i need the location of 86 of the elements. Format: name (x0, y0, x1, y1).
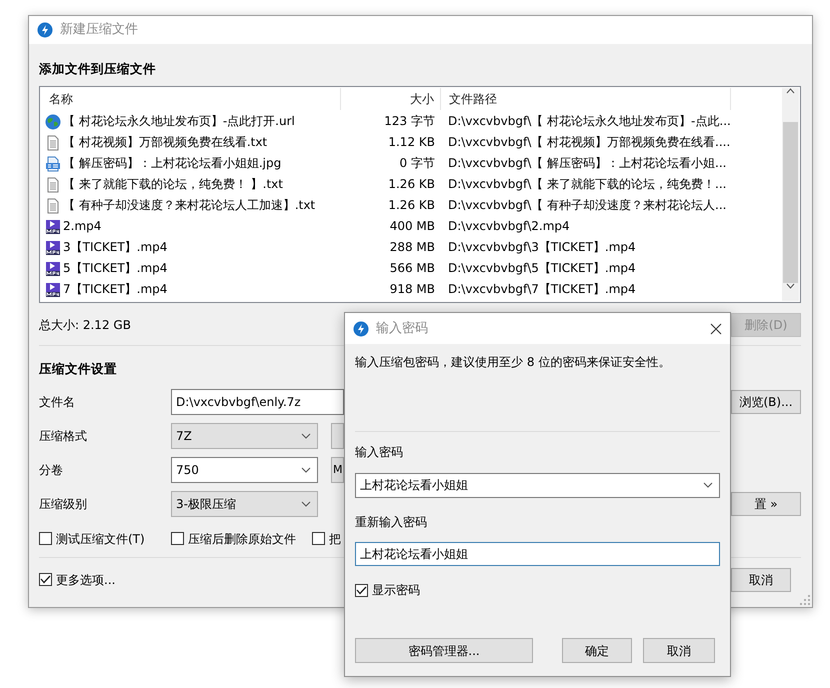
dropdown[interactable]: 750 (171, 457, 318, 483)
chevron-down-icon (301, 433, 311, 439)
document-icon (45, 134, 61, 150)
section-heading: 压缩文件设置 (39, 361, 117, 376)
password-dropdown[interactable]: 上村花论坛看小姐姐 (355, 472, 720, 498)
file-name[interactable]: 【 村花视频】万部视频免费在线看.txt (63, 135, 268, 150)
file-path: D:\vxcvbvbgf\【 村花论坛永久地址发布页】-点此... (447, 114, 731, 129)
document-icon (45, 198, 61, 214)
document-icon (45, 176, 61, 192)
chevron-down-icon (786, 283, 795, 290)
file-size: 1.12 KB (387, 135, 436, 150)
field-label: 重新输入密码 (355, 514, 428, 530)
image-file-icon (45, 156, 61, 172)
field-label: 分卷 (39, 462, 64, 478)
file-path: D:\vxcvbvbgf\5【TICKET】.mp4 (447, 261, 637, 276)
file-size: 288 MB (388, 240, 436, 255)
file-size: 918 MB (388, 282, 436, 297)
video-file-icon (45, 218, 61, 234)
chevron-down-icon (301, 467, 311, 473)
chevron-up-icon (786, 88, 795, 94)
file-name[interactable]: 【 来了就能下载的论坛，纯免费！ 】.txt (63, 177, 283, 192)
dropdown[interactable]: M (331, 457, 344, 483)
chevron-down-icon (703, 482, 713, 488)
file-size: 400 MB (388, 219, 436, 234)
window-title: 输入密码 (376, 320, 429, 336)
file-path: D:\vxcvbvbgf\2.mp4 (447, 219, 571, 234)
cancel-button[interactable]: 取消 (731, 568, 791, 592)
video-file-icon (45, 282, 61, 298)
file-path: D:\vxcvbvbgf\【 有种子却没速度？来村花论坛人... (447, 198, 728, 213)
field-label: 文件名 (39, 394, 76, 410)
file-name[interactable]: 【 村花论坛永久地址发布页】-点此打开.url (63, 114, 295, 129)
close-icon (710, 322, 722, 334)
file-size: 0 字节 (398, 156, 436, 171)
field-label: 压缩级别 (39, 496, 88, 512)
globe-icon (45, 114, 61, 130)
field-label: 输入密码 (355, 445, 404, 460)
chevron-down-icon (301, 501, 311, 507)
file-size: 1.26 KB (387, 177, 436, 192)
checkbox-label: 更多选项... (56, 572, 116, 588)
checkbox[interactable] (171, 532, 184, 546)
button[interactable]: 置 » (731, 492, 801, 516)
password-field[interactable]: 上村花论坛看小姐姐 (355, 542, 720, 566)
checkbox-label: 测试压缩文件(T) (56, 532, 145, 546)
checkbox-label: 把 (329, 532, 341, 546)
scrollbar[interactable] (782, 88, 799, 301)
file-path: D:\vxcvbvbgf\7【TICKET】.mp4 (447, 282, 637, 297)
scrollbar-thumb[interactable] (783, 122, 798, 284)
checkbox-label: 显示密码 (372, 583, 420, 598)
section-heading: 添加文件到压缩文件 (39, 61, 156, 76)
description-text: 输入压缩包密码，建议使用至少 8 位的密码来保证安全性。 (355, 355, 672, 370)
column-header[interactable]: 文件路径 (441, 88, 731, 110)
file-path: D:\vxcvbvbgf\【 来了就能下载的论坛，纯免费！... (447, 177, 728, 192)
file-size: 1.26 KB (387, 198, 436, 213)
video-file-icon (45, 240, 61, 256)
file-path: D:\vxcvbvbgf\【 解压密码】：上村花论坛看小姐... (447, 156, 728, 171)
button[interactable]: 确定 (562, 638, 632, 664)
dropdown[interactable]: 7Z (171, 423, 318, 449)
checkbox[interactable] (312, 532, 325, 546)
column-header[interactable]: 大小 (341, 88, 441, 110)
window-title: 新建压缩文件 (60, 22, 138, 38)
file-size: 566 MB (388, 261, 436, 276)
total-size: 总大小: 2.12 GB (39, 318, 131, 332)
file-name[interactable]: 3【TICKET】.mp4 (63, 240, 168, 255)
file-size: 123 字节 (383, 114, 436, 129)
button[interactable]: 取消 (643, 638, 715, 664)
app-icon (353, 320, 369, 336)
checkbox[interactable] (39, 532, 52, 546)
column-header[interactable]: 名称 (41, 88, 341, 110)
file-name[interactable]: 【 有种子却没速度？来村花论坛人工加速】.txt (63, 198, 316, 213)
file-path: D:\vxcvbvbgf\3【TICKET】.mp4 (447, 240, 637, 255)
app-icon (37, 22, 53, 38)
file-path: D:\vxcvbvbgf\【 村花视频】万部视频免费在线看.... (447, 135, 731, 150)
button[interactable]: 浏览(B)... (731, 390, 801, 414)
checkbox[interactable] (39, 573, 52, 586)
file-name[interactable]: 2.mp4 (63, 219, 102, 234)
resize-grip-icon (800, 595, 810, 605)
checkbox-label: 压缩后删除原始文件 (188, 532, 296, 546)
file-name[interactable]: 5【TICKET】.mp4 (63, 261, 168, 276)
file-name[interactable]: 7【TICKET】.mp4 (63, 282, 168, 297)
field-label: 压缩格式 (39, 428, 88, 444)
file-name[interactable]: 【 解压密码】：上村花论坛看小姐姐.jpg (63, 156, 282, 171)
video-file-icon (45, 260, 61, 276)
file-name-field[interactable]: D:\vxcvbvbgf\enly.7z (171, 389, 344, 415)
dropdown[interactable]: 3-极限压缩 (171, 491, 318, 517)
button[interactable]: 密码管理器... (355, 638, 533, 664)
checkbox[interactable] (355, 584, 368, 597)
